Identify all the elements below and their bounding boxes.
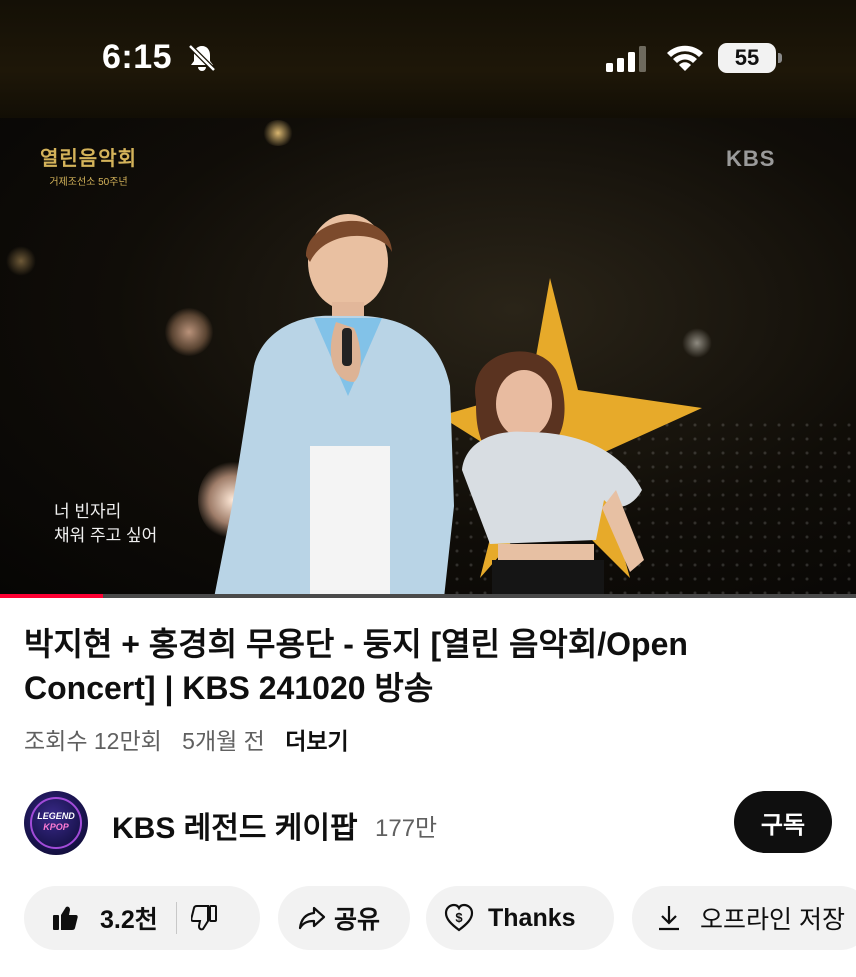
show-logo-title: 열린음악회 — [40, 146, 137, 170]
battery-icon: 55 — [718, 43, 776, 73]
like-divider — [175, 902, 177, 934]
thumbs-up-icon[interactable] — [52, 905, 78, 931]
offline-save-button[interactable]: 오프라인 저장 — [632, 886, 856, 950]
download-icon — [659, 906, 679, 931]
wifi-icon — [667, 45, 703, 71]
like-dislike-pill: 3.2천 — [24, 886, 260, 950]
thanks-button[interactable]: $ Thanks — [426, 886, 614, 950]
avatar-text-legend: LEGEND — [37, 811, 75, 821]
svg-text:$: $ — [455, 910, 463, 925]
share-button[interactable]: 공유 — [278, 886, 410, 950]
video-player[interactable]: 열린음악회 거제조선소 50주년 KBS 너 빈자리 채워 주고 싶어 — [0, 118, 856, 596]
offline-label: 오프라인 저장 — [700, 906, 845, 934]
battery-tip — [778, 53, 782, 63]
lyric-line: 채워 주고 싶어 — [54, 526, 158, 545]
singer-figure — [214, 214, 454, 596]
video-meta[interactable]: 조회수 12만회 5개월 전 더보기 — [24, 722, 363, 756]
like-count[interactable]: 3.2천 — [100, 900, 158, 936]
channel-name[interactable]: KBS 레전드 케이팝 — [112, 803, 358, 847]
avatar-text-kpop: KPOP — [43, 822, 69, 832]
dancer-figure — [462, 351, 644, 596]
upload-age: 5개월 전 — [182, 728, 265, 754]
channel-avatar[interactable]: LEGEND KPOP — [24, 791, 88, 855]
thanks-icon: $ — [444, 903, 474, 932]
status-bar: 6:15 55 — [0, 0, 856, 118]
show-logo-subtitle: 거제조선소 50주년 — [49, 177, 128, 188]
video-title[interactable]: 박지현 + 홍경희 무용단 - 둥지 [열린 음악회/Open Concert]… — [24, 622, 824, 710]
lyric-line: 너 빈자리 — [54, 502, 122, 521]
subscriber-count: 177만 — [375, 815, 438, 842]
bokeh-light — [262, 120, 294, 146]
view-count: 조회수 12만회 — [24, 728, 162, 754]
share-label: 공유 — [334, 906, 381, 934]
bell-slash-icon — [188, 44, 216, 72]
cellular-signal-icon — [606, 46, 646, 72]
video-lyrics: 너 빈자리 채워 주고 싶어 — [54, 500, 157, 548]
subscribe-button[interactable]: 구독 — [734, 791, 832, 853]
thumbs-down-icon[interactable] — [190, 905, 217, 931]
broadcaster-watermark: KBS — [726, 146, 776, 171]
bokeh-light — [6, 246, 36, 276]
share-icon — [298, 906, 326, 930]
bokeh-light — [165, 308, 213, 356]
thanks-label: Thanks — [488, 903, 576, 932]
status-time: 6:15 — [102, 38, 173, 76]
show-logo: 열린음악회 거제조선소 50주년 — [40, 142, 137, 188]
more-link[interactable]: 더보기 — [285, 728, 348, 754]
